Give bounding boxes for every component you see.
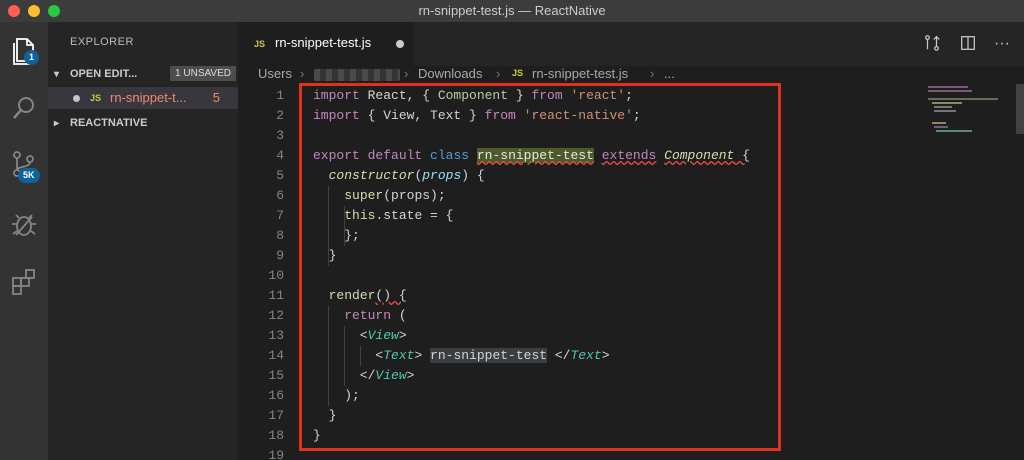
line-number: 14 <box>268 348 284 363</box>
line-number: 1 <box>276 88 284 103</box>
debug-bug-icon <box>12 214 36 236</box>
breadcrumb-separator: › <box>404 66 409 81</box>
line-number: 19 <box>268 448 284 460</box>
search-activity-button[interactable] <box>8 92 40 124</box>
explorer-activity-button[interactable]: 1 <box>8 34 40 66</box>
breadcrumb-separator: › <box>650 66 655 81</box>
line-number: 4 <box>276 148 284 163</box>
line-number: 8 <box>276 228 284 243</box>
line-number: 13 <box>268 328 284 343</box>
unsaved-dot-icon[interactable] <box>396 40 404 48</box>
line-number: 16 <box>268 388 284 403</box>
js-file-icon: JS <box>90 93 102 103</box>
breadcrumb-separator: › <box>300 66 305 81</box>
source-control-activity-button[interactable]: 5K <box>8 148 40 183</box>
open-changes-icon[interactable] <box>922 34 942 54</box>
line-number: 2 <box>276 108 284 123</box>
tab-rn-snippet-test[interactable]: JS rn-snippet-test.js <box>238 22 414 66</box>
line-number: 6 <box>276 188 284 203</box>
redacted-username <box>314 69 400 81</box>
unsaved-dot-icon[interactable] <box>73 95 80 102</box>
source-control-badge: 5K <box>18 168 40 183</box>
js-file-icon: JS <box>512 68 524 78</box>
line-number: 12 <box>268 308 284 323</box>
explorer-title: EXPLORER <box>70 36 134 48</box>
line-number: 11 <box>268 288 284 303</box>
line-number: 17 <box>268 408 284 423</box>
search-icon <box>13 97 34 119</box>
reactnative-folder-label: REACTNATIVE <box>70 117 148 129</box>
title-bar: rn-snippet-test.js — ReactNative <box>0 0 1024 22</box>
line-number: 5 <box>276 168 284 183</box>
tab-label: rn-snippet-test.js <box>275 35 372 50</box>
window-title: rn-snippet-test.js — ReactNative <box>418 3 606 18</box>
chevron-down-icon: ▾ <box>54 69 60 80</box>
open-editors-section[interactable]: ▾ OPEN EDIT... 1 UNSAVED <box>48 63 238 85</box>
editor-tab-bar: JS rn-snippet-test.js ··· <box>238 22 1024 66</box>
breadcrumb-file[interactable]: rn-snippet-test.js <box>532 66 628 81</box>
extensions-icon <box>12 269 35 295</box>
explorer-sidebar: EXPLORER ▾ OPEN EDIT... 1 UNSAVED JS rn-… <box>48 22 238 460</box>
breadcrumb-symbols[interactable]: ... <box>664 66 675 81</box>
line-number: 9 <box>276 248 284 263</box>
vertical-scrollbar[interactable] <box>1016 84 1024 134</box>
line-number: 7 <box>276 208 284 223</box>
split-editor-icon[interactable] <box>958 34 978 54</box>
explorer-badge: 1 <box>24 50 40 65</box>
minimap[interactable] <box>924 84 1020 144</box>
open-editor-file-name: rn-snippet-t... <box>110 90 187 105</box>
unsaved-count-badge: 1 UNSAVED <box>170 66 236 81</box>
line-number: 10 <box>268 268 284 283</box>
highlight-box <box>299 83 781 451</box>
open-editor-file-item[interactable]: JS rn-snippet-t... 5 <box>48 87 238 109</box>
more-actions-icon[interactable]: ··· <box>992 34 1012 54</box>
line-number: 15 <box>268 368 284 383</box>
breadcrumb-downloads[interactable]: Downloads <box>418 66 482 81</box>
debug-activity-button[interactable] <box>8 208 40 240</box>
chevron-right-icon: ▸ <box>54 118 60 129</box>
line-number: 3 <box>276 128 284 143</box>
line-number: 18 <box>268 428 284 443</box>
extensions-activity-button[interactable] <box>8 266 40 298</box>
breadcrumb-users[interactable]: Users <box>258 66 292 81</box>
line-number-gutter: 1 2 3 4 5 6 7 8 9 10 11 12 13 14 15 16 17 18 19 <box>238 84 294 460</box>
reactnative-folder-section[interactable]: ▸ REACTNATIVE <box>48 112 238 134</box>
problems-count: 5 <box>212 90 220 105</box>
js-file-icon: JS <box>254 39 266 49</box>
breadcrumb-separator: › <box>496 66 501 81</box>
open-editors-label: OPEN EDIT... <box>70 68 138 80</box>
activity-bar: 1 5K <box>0 22 48 460</box>
